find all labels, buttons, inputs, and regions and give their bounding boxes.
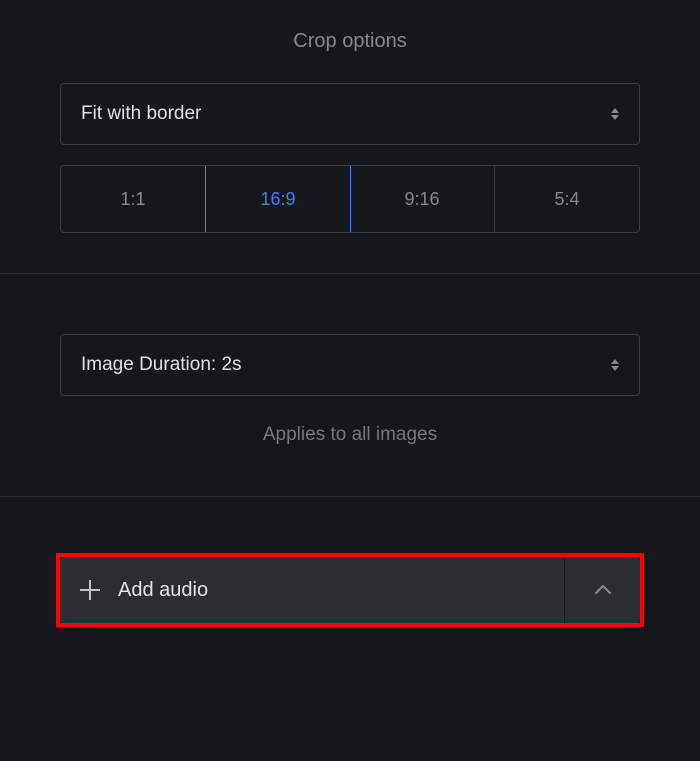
ratio-label: 1:1 bbox=[120, 189, 145, 210]
add-audio-row: Add audio bbox=[60, 557, 640, 623]
chevron-updown-icon bbox=[611, 108, 619, 120]
chevron-up-icon bbox=[595, 585, 611, 595]
collapse-audio-toggle[interactable] bbox=[564, 557, 640, 623]
crop-options-title: Crop options bbox=[60, 30, 640, 53]
image-duration-value: Image Duration: 2s bbox=[81, 354, 242, 376]
aspect-ratio-group: 1:1 16:9 9:16 5:4 bbox=[60, 165, 640, 233]
crop-options-section: Crop options Fit with border 1:1 16:9 9:… bbox=[0, 0, 700, 273]
duration-section: Image Duration: 2s Applies to all images bbox=[0, 274, 700, 496]
add-audio-button[interactable]: Add audio bbox=[60, 557, 564, 623]
ratio-1-1[interactable]: 1:1 bbox=[61, 166, 206, 232]
ratio-label: 5:4 bbox=[554, 189, 579, 210]
duration-hint: Applies to all images bbox=[60, 424, 640, 446]
image-duration-dropdown[interactable]: Image Duration: 2s bbox=[60, 334, 640, 396]
fit-mode-dropdown[interactable]: Fit with border bbox=[60, 83, 640, 145]
ratio-label: 9:16 bbox=[404, 189, 439, 210]
ratio-9-16[interactable]: 9:16 bbox=[350, 166, 495, 232]
add-audio-label: Add audio bbox=[118, 579, 208, 602]
chevron-updown-icon bbox=[611, 359, 619, 371]
audio-section: Add audio bbox=[0, 497, 700, 663]
fit-mode-value: Fit with border bbox=[81, 103, 201, 125]
ratio-16-9[interactable]: 16:9 bbox=[205, 165, 351, 233]
ratio-5-4[interactable]: 5:4 bbox=[495, 166, 639, 232]
ratio-label: 16:9 bbox=[260, 189, 295, 210]
plus-icon bbox=[80, 580, 100, 600]
